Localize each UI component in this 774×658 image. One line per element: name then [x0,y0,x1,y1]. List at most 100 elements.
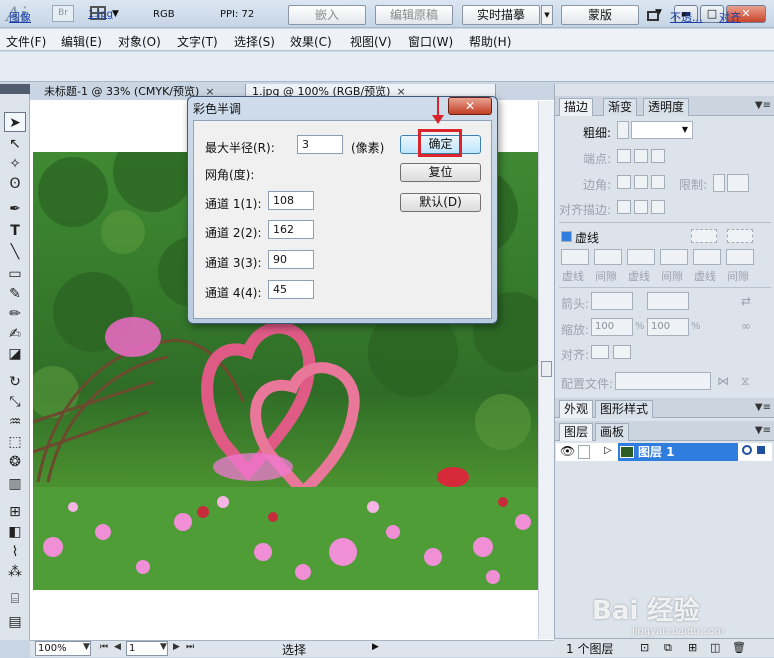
blend-tool-icon[interactable]: ⁂ [4,562,26,582]
limit-input[interactable] [727,174,749,192]
linked-file-link[interactable]: 1.jpg [88,9,113,20]
gap-2-input[interactable] [660,249,688,265]
channel-4-input[interactable]: 45 [268,280,314,299]
tab-transparency[interactable]: 透明度 [643,98,690,116]
panel-menu-icon[interactable]: ▼≡ [755,100,771,111]
selection-tool-icon[interactable]: ➤ [4,112,26,132]
flip-across-icon[interactable]: ⧖ [741,374,749,389]
limit-stepper[interactable] [713,174,725,192]
panel-menu-icon[interactable]: ▼≡ [755,402,771,413]
live-trace-button[interactable]: 实时描摹 [462,5,540,25]
tab-appearance[interactable]: 外观 [559,400,594,418]
menu-edit[interactable]: 编辑(E) [61,33,102,50]
hand-tool-icon[interactable]: ▤ [4,612,26,632]
dashed-checkbox[interactable] [561,231,572,242]
swap-arrows-icon[interactable]: ⇄ [741,294,751,308]
rectangle-tool-icon[interactable]: ▭ [4,264,26,284]
menu-type[interactable]: 文字(T) [177,33,218,50]
expand-triangle-icon[interactable]: ▷ [604,445,612,456]
blob-brush-tool-icon[interactable]: ✍ [4,324,26,344]
magic-wand-tool-icon[interactable]: ✧ [4,154,26,174]
dialog-close-button[interactable]: ✕ [448,97,492,115]
round-join-icon[interactable] [634,175,648,189]
panel-menu-icon[interactable]: ▼≡ [755,425,771,436]
gradient-tool-icon[interactable]: ◧ [4,522,26,542]
menu-effect[interactable]: 效果(C) [290,33,332,50]
round-cap-icon[interactable] [634,149,648,163]
lock-toggle[interactable] [578,445,590,459]
dash-1-input[interactable] [561,249,589,265]
make-clipping-mask-icon[interactable]: ⧉ [664,641,672,655]
max-radius-input[interactable]: 3 [297,135,343,154]
miter-join-icon[interactable] [617,175,631,189]
start-scale-input[interactable]: 100 [591,318,633,336]
menu-window[interactable]: 窗口(W) [408,33,453,50]
mesh-tool-icon[interactable]: ⊞ [4,502,26,522]
align-outside-icon[interactable] [651,200,665,214]
delete-layer-icon[interactable]: 🗑 [732,641,746,654]
gap-1-input[interactable] [594,249,622,265]
dash-3-input[interactable] [693,249,721,265]
image-link[interactable]: 图像 [9,9,31,25]
selection-square-icon[interactable] [757,446,765,454]
menu-select[interactable]: 选择(S) [234,33,275,50]
pen-tool-icon[interactable]: ✒ [4,199,26,219]
locate-object-icon[interactable]: ⊡ [640,641,649,654]
status-menu-icon[interactable]: ▶ [372,642,379,652]
edit-original-button[interactable]: 编辑原稿 [375,5,453,25]
target-circle-icon[interactable] [742,445,752,455]
bevel-join-icon[interactable] [651,175,665,189]
line-tool-icon[interactable]: ╲ [4,242,26,262]
align-center-icon[interactable] [617,200,631,214]
vertical-scrollbar[interactable] [538,101,554,639]
menu-object[interactable]: 对象(O) [118,33,161,50]
start-arrow-select[interactable] [591,292,633,310]
end-scale-input[interactable]: 100 [647,318,689,336]
eraser-tool-icon[interactable]: ◪ [4,344,26,364]
zoom-chevron-icon[interactable]: ▼ [83,642,90,652]
tab-graphic-styles[interactable]: 图形样式 [595,400,654,418]
channel-3-input[interactable]: 90 [268,250,314,269]
channel-2-input[interactable]: 162 [268,220,314,239]
status-selection-text[interactable]: 选择 [282,641,306,658]
visibility-eye-icon[interactable]: 👁 [560,444,575,458]
eyedropper-tool-icon[interactable]: ⌇ [4,542,26,562]
dash-align-icon[interactable] [727,229,753,243]
slice-tool-icon[interactable]: ⌸ [4,589,26,609]
weight-stepper[interactable] [617,121,629,139]
end-arrow-select[interactable] [647,292,689,310]
channel-1-input[interactable]: 108 [268,191,314,210]
toolbox-header[interactable] [0,84,30,94]
opacity-link[interactable]: 不透... [670,9,703,25]
warp-tool-icon[interactable]: ♒ [4,412,26,432]
graph-tool-icon[interactable]: ▥ [4,474,26,494]
last-page-icon[interactable]: ⏭ [186,642,194,652]
mask-button[interactable]: 蒙版 [561,5,639,25]
align-inside-icon[interactable] [634,200,648,214]
reset-button[interactable]: 复位 [400,163,481,182]
scale-tool-icon[interactable]: ⤡ [4,392,26,412]
tab-layers[interactable]: 图层 [559,423,594,441]
tab-gradient[interactable]: 渐变 [603,98,638,116]
embed-button[interactable]: 嵌入 [288,5,366,25]
trace-options-chevron-icon[interactable]: ▼ [541,5,553,25]
symbol-sprayer-tool-icon[interactable]: ❂ [4,452,26,472]
flip-along-icon[interactable]: ⋈ [717,374,729,388]
paintbrush-tool-icon[interactable]: ✎ [4,284,26,304]
new-layer-icon[interactable]: ◫ [710,641,720,654]
arrow-tip-extend-icon[interactable] [591,345,609,359]
butt-cap-icon[interactable] [617,149,631,163]
page-chevron-icon[interactable]: ▼ [160,642,167,652]
type-tool-icon[interactable]: T [4,221,26,241]
transform-icon[interactable] [647,11,659,21]
arrow-tip-place-icon[interactable] [613,345,631,359]
lasso-tool-icon[interactable]: ʘ [4,174,26,194]
new-sublayer-icon[interactable]: ⊞ [688,641,697,654]
bridge-button[interactable]: Br [52,5,74,22]
menu-help[interactable]: 帮助(H) [469,33,511,50]
link-scale-icon[interactable]: ∞ [741,319,751,333]
scrollbar-thumb[interactable] [541,361,552,377]
rotate-tool-icon[interactable]: ↻ [4,372,26,392]
prev-page-icon[interactable]: ◀ [114,642,121,652]
tab-stroke[interactable]: 描边 [559,98,594,116]
